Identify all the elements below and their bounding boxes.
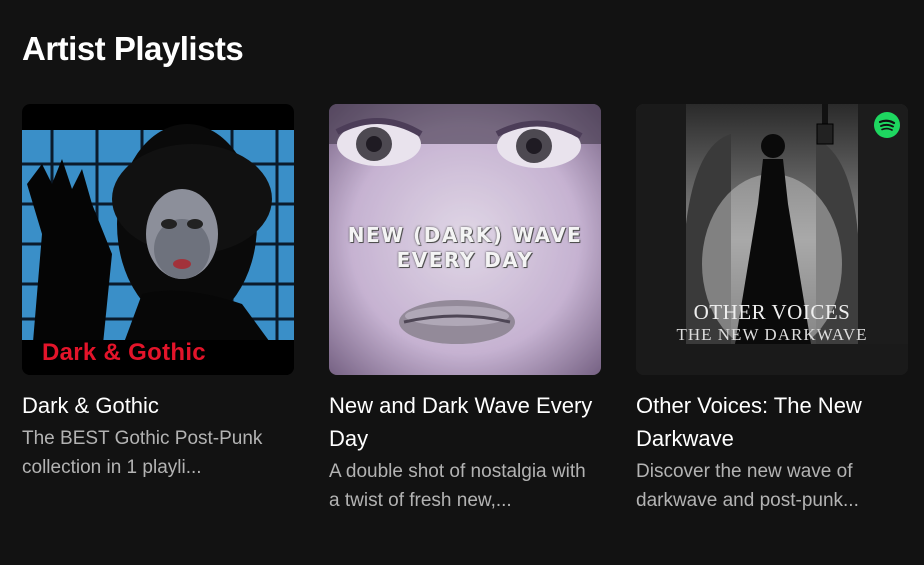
playlist-cover-image[interactable]: Dark & Gothic (22, 104, 294, 375)
playlist-description: Discover the new wave of darkwave and po… (636, 461, 859, 511)
cover-line-1: NEW (DARK) WAVE (347, 223, 583, 247)
cover-title-text: NEW (DARK) WAVE EVERY DAY (329, 223, 601, 273)
playlist-description: A double shot of nostalgia with a twist … (329, 461, 586, 511)
section-title: Artist Playlists (22, 30, 244, 67)
playlist-cover-image[interactable]: NEW (DARK) WAVE EVERY DAY (329, 104, 601, 375)
cover-line-2: EVERY DAY (396, 248, 534, 272)
playlist-title[interactable]: Dark & Gothic (22, 389, 294, 422)
cover-title-text: Dark & Gothic (42, 339, 206, 366)
cover-artwork (22, 104, 294, 375)
playlist-cover-image[interactable]: OTHER VOICES THE NEW DARKWAVE (636, 104, 908, 375)
playlist-card-other-voices[interactable]: OTHER VOICES THE NEW DARKWAVE Other Voic… (636, 104, 908, 515)
playlist-card-new-dark-wave[interactable]: NEW (DARK) WAVE EVERY DAY New and Dark W… (329, 104, 601, 515)
cover-line-2: THE NEW DARKWAVE (676, 325, 868, 344)
cover-line-1: OTHER VOICES (693, 300, 851, 324)
playlist-title[interactable]: Other Voices: The New Darkwave (636, 389, 908, 455)
playlist-title[interactable]: New and Dark Wave Every Day (329, 389, 601, 455)
playlist-card-dark-gothic[interactable]: Dark & Gothic Dark & Gothic The BEST Got… (22, 104, 294, 482)
spotify-icon (874, 112, 900, 138)
playlist-description: The BEST Gothic Post-Punk collection in … (22, 428, 263, 478)
